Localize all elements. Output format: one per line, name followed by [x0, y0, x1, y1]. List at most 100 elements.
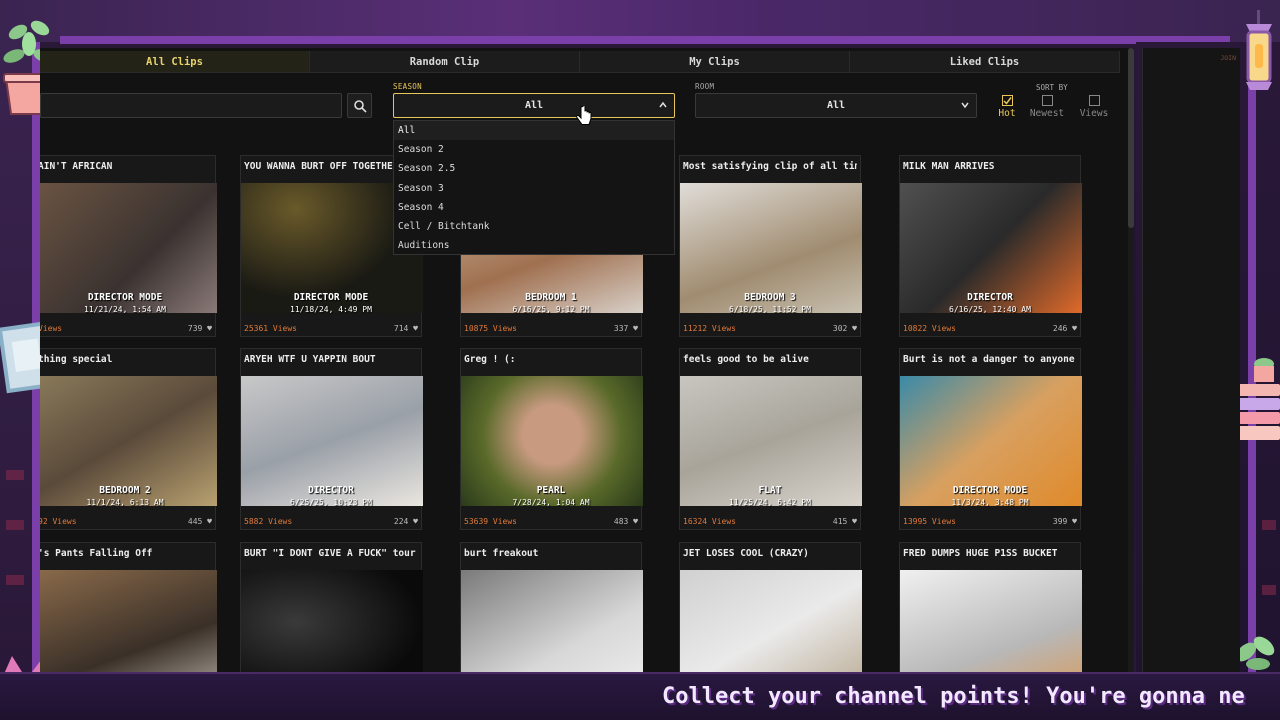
clip-date: 6/18/25, 11:52 PM [729, 305, 811, 314]
clip-title: MILK MAN ARRIVES [903, 161, 995, 172]
sort-hot-label: Hot [998, 108, 1016, 119]
clip-date: 6/25/25, 10:23 PM [290, 498, 372, 507]
clip-likes[interactable]: 246 ♥ [1053, 324, 1077, 333]
chevron-down-icon [961, 102, 969, 109]
tab-bar: All Clips Random Clip My Clips Liked Cli… [40, 51, 1120, 73]
clip-thumbnail[interactable] [900, 570, 1082, 672]
room-value: All [826, 100, 846, 111]
clip-room: BEDROOM 3 [744, 292, 796, 303]
clip-card[interactable]: burt freakout [460, 542, 643, 672]
heart-icon: ♥ [633, 517, 638, 526]
tab-liked-clips[interactable]: Liked Clips [850, 51, 1120, 72]
sort-views-label: Views [1079, 108, 1109, 119]
side-panel: JOIN [1142, 48, 1240, 672]
season-option-cell-bitchtank[interactable]: Cell / Bitchtank [394, 217, 674, 236]
clip-date: 11/1/24, 6:13 AM [86, 498, 164, 507]
clip-like-count: 246 [1052, 324, 1068, 333]
clip-likes[interactable]: 445 ♥ [188, 517, 212, 526]
clip-likes[interactable]: 739 ♥ [188, 324, 212, 333]
season-select[interactable]: All [393, 93, 675, 118]
search-icon [354, 100, 367, 113]
clip-likes[interactable]: 415 ♥ [833, 517, 857, 526]
sort-hot-checkbox[interactable]: Hot [987, 95, 1027, 119]
clip-card[interactable]: ARYEH WTF U YAPPIN BOUT DIRECTOR 6/25/25… [240, 348, 423, 530]
clip-likes[interactable]: 483 ♥ [614, 517, 638, 526]
clip-card[interactable]: thing special BEDROOM 2 11/1/24, 6:13 AM… [40, 348, 217, 530]
clip-title: FRED DUMPS HUGE P1SS BUCKET [903, 548, 1058, 559]
clip-likes[interactable]: 714 ♥ [394, 324, 418, 333]
heart-icon: ♥ [413, 324, 418, 333]
season-label: SEASON [393, 82, 422, 91]
checkbox-icon [1088, 95, 1100, 106]
season-option-4[interactable]: Season 4 [394, 198, 674, 217]
tab-all-clips[interactable]: All Clips [40, 51, 310, 72]
scrollbar[interactable] [1128, 48, 1134, 672]
season-option-all[interactable]: All [394, 121, 674, 140]
chevron-up-icon [659, 101, 667, 108]
clip-room: DIRECTOR MODE [293, 292, 369, 303]
search-input[interactable] [40, 93, 342, 118]
clip-like-count: 714 [393, 324, 409, 333]
season-option-2[interactable]: Season 2 [394, 140, 674, 159]
clip-card[interactable]: 's Pants Falling Off [40, 542, 217, 672]
season-option-auditions[interactable]: Auditions [394, 236, 674, 255]
clip-likes[interactable]: 399 ♥ [1053, 517, 1077, 526]
clip-views: Views [40, 324, 63, 333]
sort-views-checkbox[interactable]: Views [1074, 95, 1114, 119]
clip-likes[interactable]: 337 ♥ [614, 324, 638, 333]
brick-decoration [1262, 520, 1276, 530]
search-button[interactable] [347, 93, 372, 118]
clip-card[interactable]: Greg ! (: PEARL 7/28/24, 1:04 AM 53639 V… [460, 348, 643, 530]
clip-date: 6/16/25, 9:12 PM [512, 305, 590, 314]
clip-card[interactable]: AIN'T AFRICAN DIRECTOR MODE 11/21/24, 1:… [40, 155, 217, 337]
clip-title: Burt is not a danger to anyone [903, 354, 1075, 365]
tab-random-clip[interactable]: Random Clip [310, 51, 580, 72]
brick-decoration [6, 575, 24, 585]
clip-like-count: 337 [613, 324, 629, 333]
clip-views: 16324 Views [683, 517, 736, 526]
clip-date: 11/25/24, 6:42 PM [729, 498, 811, 507]
clip-thumbnail[interactable] [40, 570, 217, 672]
clip-thumbnail[interactable] [680, 570, 862, 672]
clip-date: 6/16/25, 12:40 AM [949, 305, 1031, 314]
room-select[interactable]: All [695, 93, 977, 118]
clip-card[interactable]: MILK MAN ARRIVES DIRECTOR 6/16/25, 12:40… [899, 155, 1082, 337]
clip-card[interactable]: Burt is not a danger to anyone DIRECTOR … [899, 348, 1082, 530]
scrollbar-thumb[interactable] [1128, 48, 1134, 228]
clip-card[interactable]: BURT "I DONT GIVE A FUCK" tour g... [240, 542, 423, 672]
clip-card[interactable]: FRED DUMPS HUGE P1SS BUCKET [899, 542, 1082, 672]
season-option-2-5[interactable]: Season 2.5 [394, 159, 674, 178]
brick-decoration [1262, 585, 1276, 595]
clip-card[interactable]: JET LOSES COOL (CRAZY) [679, 542, 862, 672]
clip-card[interactable]: Most satisfying clip of all time BEDROOM… [679, 155, 862, 337]
ticker-text: Collect your channel points! You're gonn… [662, 684, 1245, 709]
season-option-3[interactable]: Season 3 [394, 179, 674, 198]
brick-decoration [6, 520, 24, 530]
clip-room: BEDROOM 1 [525, 292, 577, 303]
season-value: All [524, 100, 544, 111]
clip-room: DIRECTOR MODE [87, 292, 163, 303]
tab-my-clips[interactable]: My Clips [580, 51, 850, 72]
join-label: JOIN [1220, 54, 1236, 62]
clip-room: PEARL [536, 485, 566, 496]
heart-icon: ♥ [413, 517, 418, 526]
clip-thumbnail[interactable] [461, 570, 643, 672]
clip-title: YOU WANNA BURT OFF TOGETHER? [244, 161, 405, 172]
clip-thumbnail[interactable] [241, 570, 423, 672]
clip-card[interactable]: feels good to be alive FLAT 11/25/24, 6:… [679, 348, 862, 530]
clip-title: Most satisfying clip of all time [683, 161, 857, 172]
clip-like-count: 415 [832, 517, 848, 526]
clip-title: BURT "I DONT GIVE A FUCK" tour g... [244, 548, 418, 559]
sort-newest-checkbox[interactable]: Newest [1027, 95, 1067, 119]
season-dropdown-menu: All Season 2 Season 2.5 Season 3 Season … [393, 120, 675, 255]
clip-likes[interactable]: 302 ♥ [833, 324, 857, 333]
hand-cursor-icon [576, 106, 592, 125]
checkbox-icon [1041, 95, 1053, 106]
clip-likes[interactable]: 224 ♥ [394, 517, 418, 526]
clip-views: 53639 Views [464, 517, 517, 526]
clip-title: JET LOSES COOL (CRAZY) [683, 548, 809, 559]
clip-browser: All Clips Random Clip My Clips Liked Cli… [40, 48, 1128, 672]
heart-icon: ♥ [207, 517, 212, 526]
clip-room: BEDROOM 2 [99, 485, 151, 496]
clip-like-count: 224 [393, 517, 409, 526]
